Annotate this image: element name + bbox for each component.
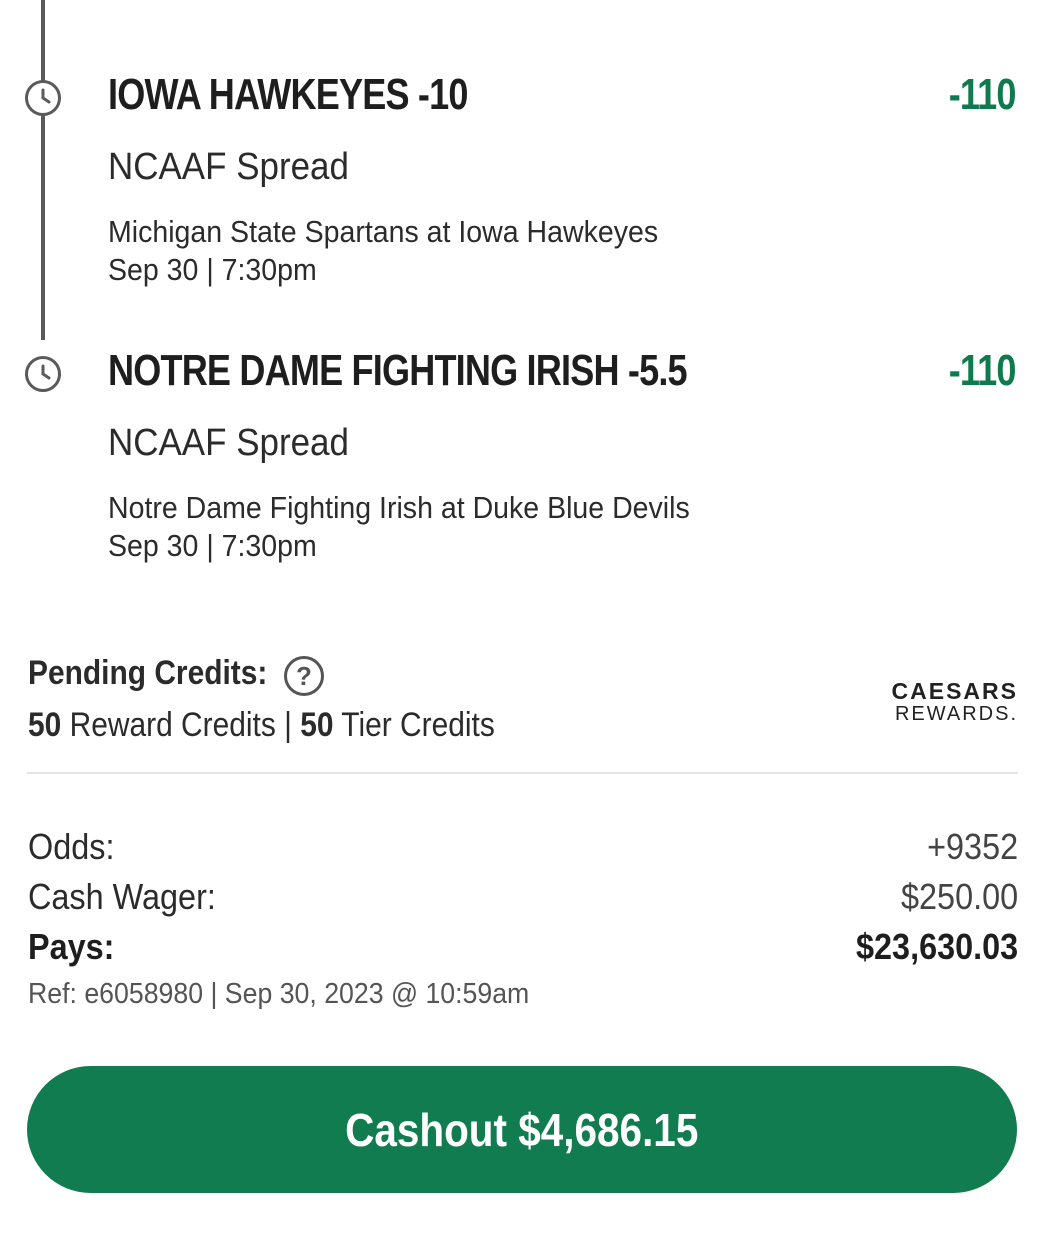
leg-odds: -110 [949, 346, 1017, 395]
wager-label: Cash Wager: [28, 876, 216, 917]
clock-icon [25, 80, 61, 116]
help-icon[interactable]: ? [284, 656, 324, 696]
odds-value: +9352 [927, 826, 1018, 867]
leg-event: Notre Dame Fighting Irish at Duke Blue D… [108, 490, 690, 525]
bet-slip-page: IOWA HAWKEYES -10 -110 NCAAF Spread Mich… [0, 0, 1058, 1251]
leg-iowa: IOWA HAWKEYES -10 -110 NCAAF Spread Mich… [108, 70, 1017, 300]
leg-market: NCAAF Spread [108, 422, 349, 464]
reward-credits-amount: 50 [28, 706, 62, 744]
credits-summary: 50 Reward Credits | 50 Tier Credits [28, 706, 495, 745]
divider [27, 772, 1018, 774]
cashout-label: Cashout $4,686.15 [345, 1103, 699, 1156]
clock-icon [25, 356, 61, 392]
pays-label: Pays: [28, 926, 115, 967]
tier-credits-label: Tier Credits [341, 706, 495, 744]
leg-notre-dame: NOTRE DAME FIGHTING IRISH -5.5 -110 NCAA… [108, 346, 1017, 576]
odds-row: Odds: +9352 [28, 826, 1018, 870]
pending-credits-section: Pending Credits: ? 50 Reward Credits | 5… [28, 654, 1018, 754]
leg-time: Sep 30 | 7:30pm [108, 252, 317, 287]
leg-selection: IOWA HAWKEYES -10 [108, 70, 468, 119]
caesars-rewards-logo: CAESARS REWARDS. [892, 678, 1018, 726]
reward-credits-label: Reward Credits [69, 706, 276, 744]
bet-reference: Ref: e6058980 | Sep 30, 2023 @ 10:59am [28, 978, 530, 1010]
tier-credits-amount: 50 [300, 706, 334, 744]
timeline-line [41, 0, 45, 340]
leg-time: Sep 30 | 7:30pm [108, 528, 317, 563]
leg-market: NCAAF Spread [108, 146, 349, 188]
pays-row: Pays: $23,630.03 [28, 926, 1018, 970]
credits-separator: | [284, 706, 292, 744]
leg-event: Michigan State Spartans at Iowa Hawkeyes [108, 214, 659, 249]
odds-label: Odds: [28, 826, 115, 867]
pays-value: $23,630.03 [855, 926, 1018, 967]
wager-row: Cash Wager: $250.00 [28, 876, 1018, 920]
wager-value: $250.00 [900, 876, 1018, 917]
caesars-logo-line1: CAESARS [891, 678, 1018, 704]
pending-credits-label: Pending Credits: [28, 654, 268, 692]
cashout-button[interactable]: Cashout $4,686.15 [27, 1066, 1017, 1193]
caesars-logo-line2: REWARDS. [894, 703, 1018, 725]
leg-odds: -110 [949, 70, 1017, 119]
leg-selection: NOTRE DAME FIGHTING IRISH -5.5 [108, 346, 688, 395]
